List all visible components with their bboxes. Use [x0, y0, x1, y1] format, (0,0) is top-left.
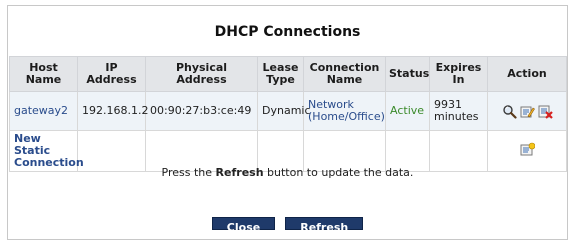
page-title: DHCP Connections	[214, 24, 361, 40]
dhcp-connections-table: Host Name IP Address Physical Address Le…	[9, 56, 567, 172]
column-header-ip-address: IP Address	[77, 56, 146, 92]
column-header-action: Action	[487, 56, 567, 92]
note-prefix: Press the	[161, 166, 216, 179]
table-row: gateway2 192.168.1.2 00:90:27:b3:ce:49 D…	[9, 91, 567, 131]
refresh-instruction: Press the Refresh button to update the d…	[8, 166, 567, 179]
column-header-status: Status	[385, 56, 430, 92]
ip-address-cell: 192.168.1.2	[77, 91, 148, 131]
note-bold: Refresh	[215, 166, 264, 179]
lease-type-cell: Dynamic	[257, 91, 311, 131]
add-new-icon[interactable]	[520, 142, 535, 157]
button-row: Close Refresh	[8, 217, 567, 234]
dhcp-panel: DHCP Connections Host Name IP Address Ph…	[7, 5, 568, 240]
column-header-physical-address: Physical Address	[145, 56, 258, 92]
close-button[interactable]: Close	[211, 217, 276, 234]
note-suffix: button to update the data.	[263, 166, 414, 179]
column-header-lease-type: Lease Type	[257, 56, 304, 92]
delete-x-icon[interactable]	[538, 104, 553, 119]
edit-pencil-icon[interactable]	[520, 104, 535, 119]
details-magnifier-icon[interactable]	[502, 104, 517, 119]
host-name-link[interactable]: gateway2	[9, 91, 78, 131]
action-cell	[487, 91, 567, 131]
status-cell: Active	[385, 91, 430, 131]
physical-address-cell: 00:90:27:b3:ce:49	[145, 91, 258, 131]
column-header-connection-name: Connection Name	[303, 56, 386, 92]
column-header-expires-in: Expires In	[429, 56, 488, 92]
column-header-host-name: Host Name	[9, 56, 78, 92]
connection-name-link[interactable]: Network (Home/Office)	[303, 91, 386, 131]
expires-in-cell: 9931 minutes	[429, 91, 488, 131]
table-header-row: Host Name IP Address Physical Address Le…	[9, 56, 567, 92]
refresh-button[interactable]: Refresh	[285, 217, 364, 234]
